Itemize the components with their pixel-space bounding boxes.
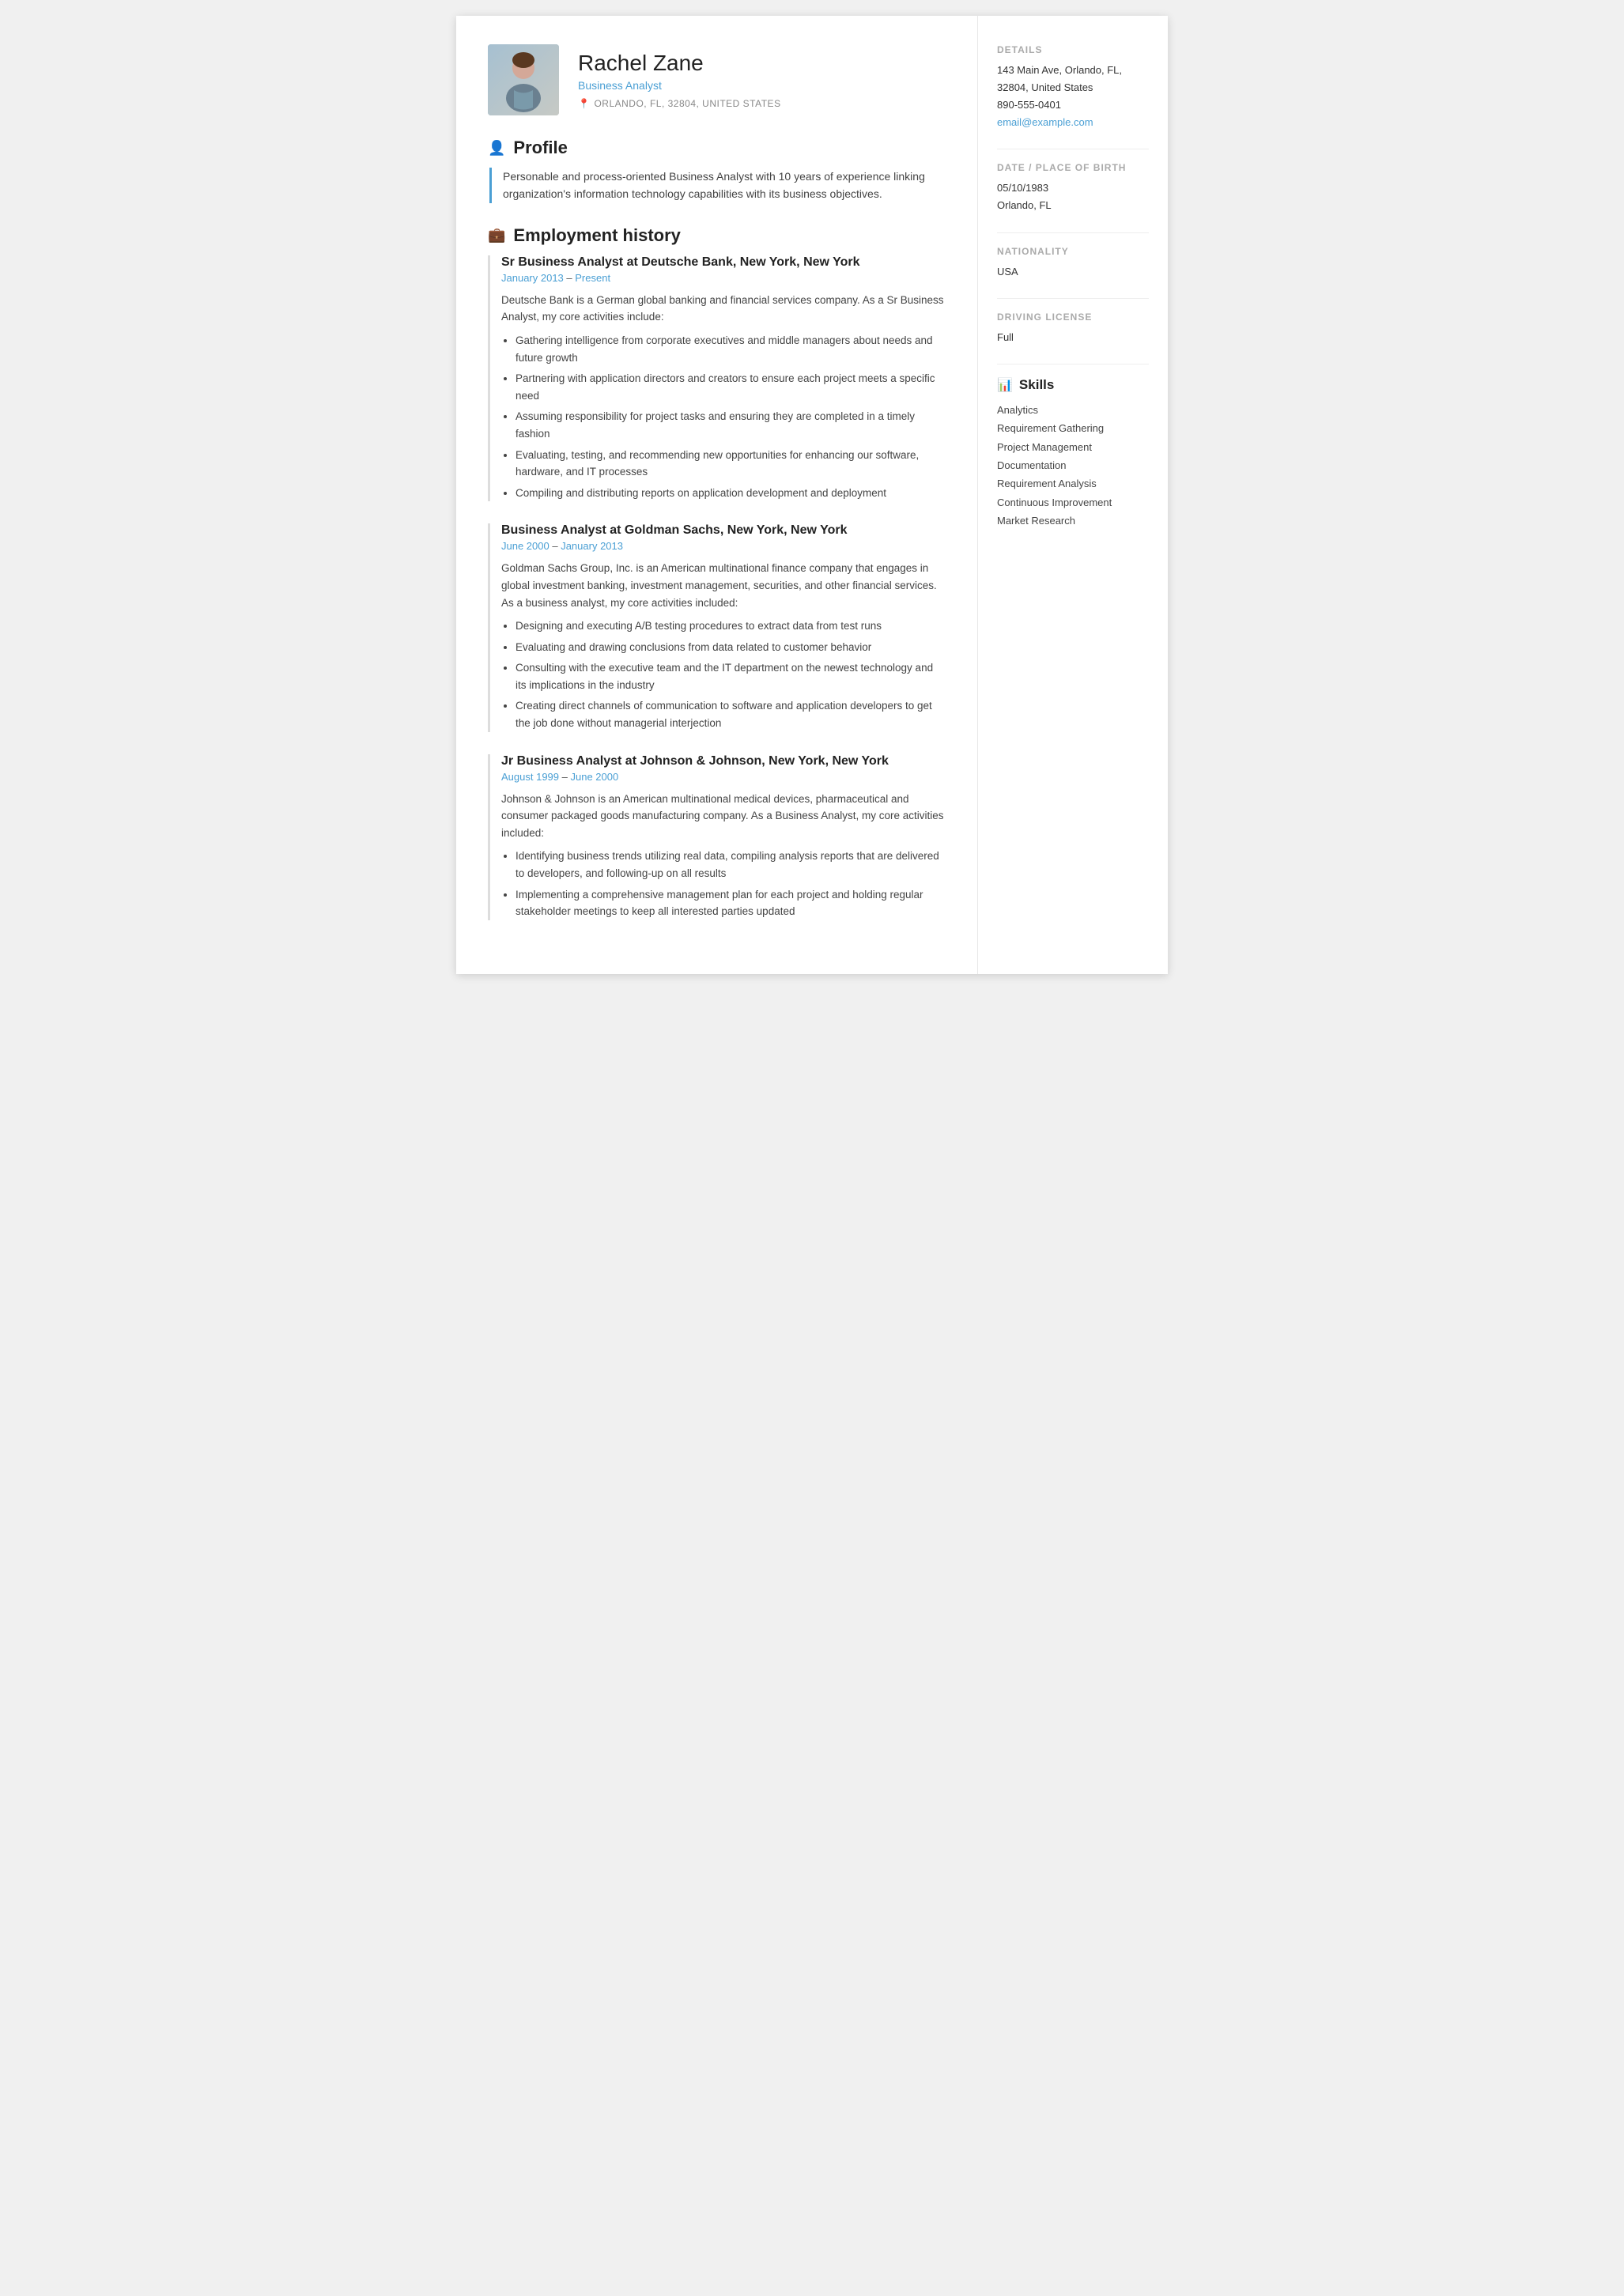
skills-header: 📊 Skills <box>997 377 1149 393</box>
job-bullet-item: Evaluating and drawing conclusions from … <box>516 639 946 656</box>
skills-section: 📊 Skills AnalyticsRequirement GatheringP… <box>997 377 1149 531</box>
email-link[interactable]: email@example.com <box>997 116 1093 128</box>
job-date-sep: – <box>564 272 575 284</box>
skill-item: Documentation <box>997 456 1149 474</box>
job-bullet-item: Partnering with application directors an… <box>516 370 946 404</box>
location-text: ORLANDO, FL, 32804, UNITED STATES <box>594 98 780 109</box>
job-bullet-item: Compiling and distributing reports on ap… <box>516 485 946 502</box>
job-bullet-item: Implementing a comprehensive management … <box>516 886 946 920</box>
profile-section-title: Profile <box>513 138 567 158</box>
avatar <box>488 44 559 115</box>
dob-content: 05/10/1983 Orlando, FL <box>997 179 1149 214</box>
job-item: Sr Business Analyst at Deutsche Bank, Ne… <box>488 255 946 502</box>
job-date-sep: – <box>559 771 570 783</box>
nationality-section: NATIONALITY USA <box>997 246 1149 281</box>
skill-item: Market Research <box>997 512 1149 530</box>
job-bullet-item: Identifying business trends utilizing re… <box>516 848 946 882</box>
job-bullet-item: Creating direct channels of communicatio… <box>516 697 946 731</box>
avatar-image <box>488 44 559 115</box>
jobs-container: Sr Business Analyst at Deutsche Bank, Ne… <box>488 255 946 920</box>
skills-title: Skills <box>1019 377 1054 393</box>
employment-section: 💼 Employment history Sr Business Analyst… <box>488 225 946 920</box>
driving-text: Full <box>997 329 1149 346</box>
address-text: 143 Main Ave, Orlando, FL, 32804, United… <box>997 64 1122 93</box>
job-title: Sr Business Analyst at Deutsche Bank, Ne… <box>501 255 946 270</box>
driving-label: DRIVING LICENSE <box>997 312 1149 323</box>
divider-3 <box>997 298 1149 299</box>
driving-section: DRIVING LICENSE Full <box>997 312 1149 346</box>
location-icon: 📍 <box>578 98 590 109</box>
job-item: Business Analyst at Goldman Sachs, New Y… <box>488 523 946 731</box>
nationality-label: NATIONALITY <box>997 246 1149 257</box>
details-section: Details 143 Main Ave, Orlando, FL, 32804… <box>997 44 1149 131</box>
profile-icon: 👤 <box>488 140 505 157</box>
job-bullet-item: Gathering intelligence from corporate ex… <box>516 332 946 366</box>
dob-place-text: Orlando, FL <box>997 199 1052 211</box>
candidate-name: Rachel Zane <box>578 51 946 76</box>
dob-text: 05/10/1983 <box>997 182 1048 194</box>
candidate-title: Business Analyst <box>578 79 946 92</box>
job-title: Business Analyst at Goldman Sachs, New Y… <box>501 523 946 538</box>
profile-text: Personable and process-oriented Business… <box>489 168 946 203</box>
job-bullet-item: Designing and executing A/B testing proc… <box>516 617 946 635</box>
job-bullet-item: Consulting with the executive team and t… <box>516 659 946 693</box>
job-title: Jr Business Analyst at Johnson & Johnson… <box>501 754 946 768</box>
job-description: Johnson & Johnson is an American multina… <box>501 791 946 842</box>
job-bullet-item: Assuming responsibility for project task… <box>516 408 946 442</box>
skill-item: Continuous Improvement <box>997 493 1149 512</box>
profile-section-header: 👤 Profile <box>488 138 946 158</box>
address: 143 Main Ave, Orlando, FL, 32804, United… <box>997 62 1149 131</box>
skill-item: Project Management <box>997 438 1149 456</box>
job-bullet-item: Evaluating, testing, and recommending ne… <box>516 447 946 481</box>
resume-page: Rachel Zane Business Analyst 📍 ORLANDO, … <box>456 16 1168 974</box>
skill-item: Requirement Gathering <box>997 419 1149 437</box>
divider-2 <box>997 232 1149 233</box>
dob-section: DATE / PLACE OF BIRTH 05/10/1983 Orlando… <box>997 162 1149 214</box>
skills-icon: 📊 <box>997 377 1013 393</box>
job-date-sep: – <box>550 540 561 552</box>
employment-icon: 💼 <box>488 227 505 244</box>
job-bullets: Gathering intelligence from corporate ex… <box>501 332 946 501</box>
candidate-location: 📍 ORLANDO, FL, 32804, UNITED STATES <box>578 98 946 109</box>
header-info: Rachel Zane Business Analyst 📍 ORLANDO, … <box>578 51 946 109</box>
job-dates: January 2013 – Present <box>501 272 946 284</box>
main-column: Rachel Zane Business Analyst 📍 ORLANDO, … <box>456 16 978 974</box>
phone-text: 890-555-0401 <box>997 99 1061 111</box>
job-description: Deutsche Bank is a German global banking… <box>501 292 946 326</box>
dob-label: DATE / PLACE OF BIRTH <box>997 162 1149 173</box>
sidebar-column: Details 143 Main Ave, Orlando, FL, 32804… <box>978 16 1168 974</box>
details-title: Details <box>997 44 1149 55</box>
skill-item: Requirement Analysis <box>997 474 1149 493</box>
employment-section-title: Employment history <box>513 225 680 246</box>
job-bullets: Identifying business trends utilizing re… <box>501 848 946 920</box>
job-bullets: Designing and executing A/B testing proc… <box>501 617 946 732</box>
job-description: Goldman Sachs Group, Inc. is an American… <box>501 560 946 611</box>
nationality-text: USA <box>997 263 1149 281</box>
skills-list: AnalyticsRequirement GatheringProject Ma… <box>997 401 1149 531</box>
skill-item: Analytics <box>997 401 1149 419</box>
employment-section-header: 💼 Employment history <box>488 225 946 246</box>
job-item: Jr Business Analyst at Johnson & Johnson… <box>488 754 946 920</box>
job-dates: August 1999 – June 2000 <box>501 771 946 783</box>
job-dates: June 2000 – January 2013 <box>501 540 946 552</box>
resume-header: Rachel Zane Business Analyst 📍 ORLANDO, … <box>488 44 946 115</box>
profile-section: 👤 Profile Personable and process-oriente… <box>488 138 946 203</box>
